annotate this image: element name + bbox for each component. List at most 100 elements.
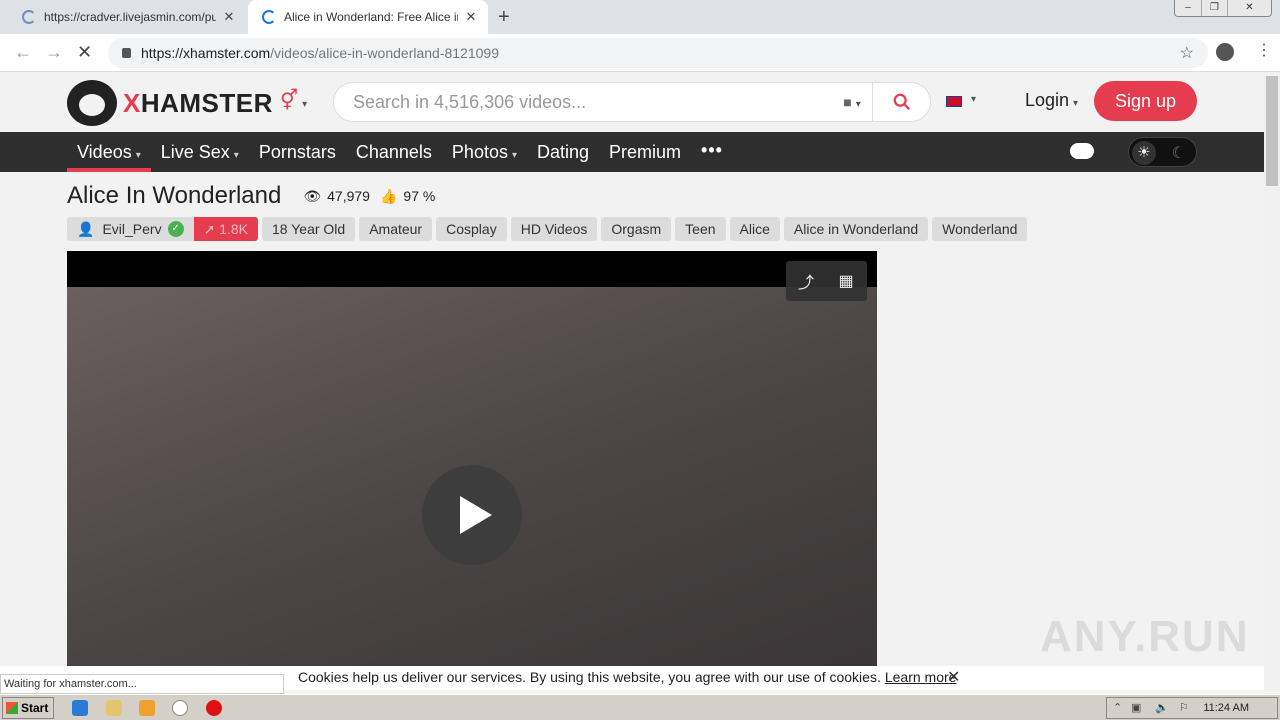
subscribe-button[interactable]: ➚ 1.8K bbox=[193, 217, 259, 241]
tab-xhamster[interactable]: Alice in Wonderland: Free Alice in Wo ✕ bbox=[248, 0, 488, 34]
scrollbar-thumb[interactable] bbox=[1266, 76, 1278, 186]
user-icon: 👤 bbox=[77, 221, 95, 237]
search-bar: Search in 4,516,306 videos... ■ ▾ bbox=[333, 82, 931, 122]
tag-link[interactable]: Alice in Wonderland bbox=[783, 217, 929, 241]
moon-icon: ☾ bbox=[1171, 145, 1186, 162]
tab-livejasmin[interactable]: https://cradver.livejasmin.com/pu/fs ✕ bbox=[8, 0, 246, 34]
nav-premium[interactable]: Premium bbox=[599, 132, 691, 172]
search-input[interactable]: Search in 4,516,306 videos... bbox=[334, 92, 832, 113]
nav-pornstars[interactable]: Pornstars bbox=[249, 132, 346, 172]
loading-spinner-icon bbox=[262, 10, 276, 24]
url-path: /videos/alice-in-wonderland-8121099 bbox=[270, 45, 499, 61]
tab-title: https://cradver.livejasmin.com/pu/fs bbox=[44, 10, 216, 24]
tag-link[interactable]: Cosplay bbox=[436, 217, 507, 241]
stop-loading-icon[interactable]: ✕ bbox=[77, 42, 92, 63]
url-host: https://xhamster.com bbox=[141, 45, 271, 61]
gender-icon: ⚥ bbox=[280, 90, 299, 112]
tag-link[interactable]: 18 Year Old bbox=[262, 217, 356, 241]
search-type-video-icon[interactable]: ■ ▾ bbox=[832, 94, 872, 110]
tab-close-icon[interactable]: ✕ bbox=[464, 9, 478, 25]
address-bar[interactable]: https://xhamster.com/videos/alice-in-won… bbox=[108, 38, 1208, 68]
uk-flag-icon[interactable] bbox=[946, 96, 962, 107]
nav-live-sex[interactable]: Live Sex ▾ bbox=[151, 132, 249, 172]
tag-link[interactable]: HD Videos bbox=[510, 217, 598, 241]
upload-cloud-icon[interactable] bbox=[1070, 143, 1094, 159]
player-tools: ⤴ ▦ bbox=[786, 261, 867, 301]
flag-icon[interactable]: ⚐ bbox=[1179, 701, 1189, 714]
windows-taskbar: Start ⌃ ▣ 🔈 ⚐ 11:24 AM bbox=[0, 694, 1280, 720]
sun-icon: ☀ bbox=[1132, 141, 1156, 165]
video-player[interactable]: ⤴ ▦ bbox=[67, 251, 877, 666]
rss-icon: ➚ bbox=[203, 221, 220, 237]
restore-button[interactable]: ❐ bbox=[1201, 0, 1227, 16]
minimize-button[interactable]: – bbox=[1175, 0, 1201, 16]
nav-photos[interactable]: Photos ▾ bbox=[442, 132, 527, 172]
logo-wordmark: XHAMSTER bbox=[123, 87, 273, 118]
rating: 👍 97 % bbox=[379, 187, 436, 205]
network-icon[interactable]: ▣ bbox=[1131, 701, 1141, 714]
tray-expand-icon[interactable]: ⌃ bbox=[1113, 701, 1122, 714]
login-button[interactable]: Login ▾ bbox=[1025, 90, 1078, 111]
system-tray: ⌃ ▣ 🔈 ⚐ 11:24 AM bbox=[1106, 697, 1278, 719]
browser-status-bubble: Waiting for xhamster.com... bbox=[0, 674, 284, 694]
search-icon bbox=[893, 93, 910, 110]
window-controls: – ❐ ✕ bbox=[1174, 0, 1272, 17]
main-nav: Videos ▾ Live Sex ▾ Pornstars Channels Pho… bbox=[0, 132, 1264, 172]
grid-icon[interactable]: ▦ bbox=[826, 271, 866, 291]
video-title-row: Alice In Wonderland 👁 47,979 👍 97 % bbox=[67, 182, 435, 210]
profile-avatar-icon[interactable] bbox=[1216, 43, 1234, 61]
site-header: XHAMSTER ⚥ ▾ Search in 4,516,306 videos..… bbox=[0, 72, 1264, 132]
explorer-icon[interactable] bbox=[106, 700, 122, 716]
tab-title: Alice in Wonderland: Free Alice in Wo bbox=[284, 10, 458, 24]
site-logo[interactable]: XHAMSTER bbox=[67, 80, 273, 126]
nav-videos[interactable]: Videos ▾ bbox=[67, 132, 151, 172]
verified-badge-icon: ✓ bbox=[167, 221, 184, 237]
orientation-selector[interactable]: ⚥ ▾ bbox=[280, 88, 307, 113]
clock: 11:24 AM bbox=[1203, 702, 1249, 714]
video-tags: 👤 Evil_Perv ✓ ➚ 1.8K 18 Year Old Amateur… bbox=[67, 217, 1031, 241]
page-scrollbar[interactable] bbox=[1264, 72, 1280, 690]
chrome-icon[interactable] bbox=[172, 700, 188, 716]
volume-icon[interactable]: 🔈 bbox=[1155, 701, 1169, 714]
tag-link[interactable]: Wonderland bbox=[932, 217, 1028, 241]
play-button[interactable] bbox=[422, 465, 522, 565]
eye-icon: 👁 bbox=[303, 187, 322, 204]
tag-link[interactable]: Amateur bbox=[359, 217, 433, 241]
forward-arrow-icon[interactable]: → bbox=[45, 42, 63, 63]
nav-dating[interactable]: Dating bbox=[527, 132, 599, 172]
browser-menu-icon[interactable]: ⋮ bbox=[1256, 40, 1272, 60]
anyrun-watermark: ANY.RUN bbox=[1040, 612, 1250, 661]
author-link[interactable]: 👤 Evil_Perv ✓ bbox=[67, 217, 194, 241]
ie-icon[interactable] bbox=[72, 700, 88, 716]
views-count: 👁 47,979 bbox=[303, 187, 370, 205]
nav-channels[interactable]: Channels bbox=[346, 132, 442, 172]
bookmark-star-icon[interactable]: ☆ bbox=[1180, 43, 1194, 63]
close-window-button[interactable]: ✕ bbox=[1227, 0, 1271, 16]
new-tab-button[interactable]: + bbox=[498, 6, 510, 29]
lock-icon bbox=[122, 48, 131, 58]
web-page: XHAMSTER ⚥ ▾ Search in 4,516,306 videos..… bbox=[0, 72, 1264, 666]
browser-toolbar: ← → ✕ https://xhamster.com/videos/alice-… bbox=[0, 34, 1280, 72]
back-arrow-icon[interactable]: ← bbox=[14, 42, 32, 63]
cookie-text: Cookies help us deliver our services. By… bbox=[298, 669, 881, 685]
tag-link[interactable]: Orgasm bbox=[601, 217, 672, 241]
video-title: Alice In Wonderland bbox=[67, 182, 282, 209]
tag-link[interactable]: Teen bbox=[675, 217, 726, 241]
tag-link[interactable]: Alice bbox=[729, 217, 780, 241]
nav-more-icon[interactable]: ••• bbox=[691, 132, 733, 172]
language-caret[interactable]: ▾ bbox=[971, 94, 976, 105]
thumbs-up-icon: 👍 bbox=[379, 187, 398, 204]
hamster-logo-icon bbox=[67, 80, 117, 126]
opera-icon[interactable] bbox=[206, 700, 222, 716]
tab-strip: https://cradver.livejasmin.com/pu/fs ✕ A… bbox=[0, 0, 1280, 34]
start-button[interactable]: Start bbox=[2, 697, 54, 719]
tab-close-icon[interactable]: ✕ bbox=[222, 9, 236, 25]
theme-toggle[interactable]: ☀ ☾ bbox=[1128, 137, 1197, 167]
loading-spinner-icon bbox=[22, 10, 36, 24]
media-player-icon[interactable] bbox=[139, 700, 155, 716]
cookie-close-icon[interactable]: ✕ bbox=[947, 667, 960, 687]
learn-more-link[interactable]: Learn more bbox=[885, 669, 957, 685]
signup-button[interactable]: Sign up bbox=[1094, 81, 1197, 121]
search-button[interactable] bbox=[872, 83, 930, 121]
share-icon[interactable]: ⤴ bbox=[786, 269, 826, 293]
